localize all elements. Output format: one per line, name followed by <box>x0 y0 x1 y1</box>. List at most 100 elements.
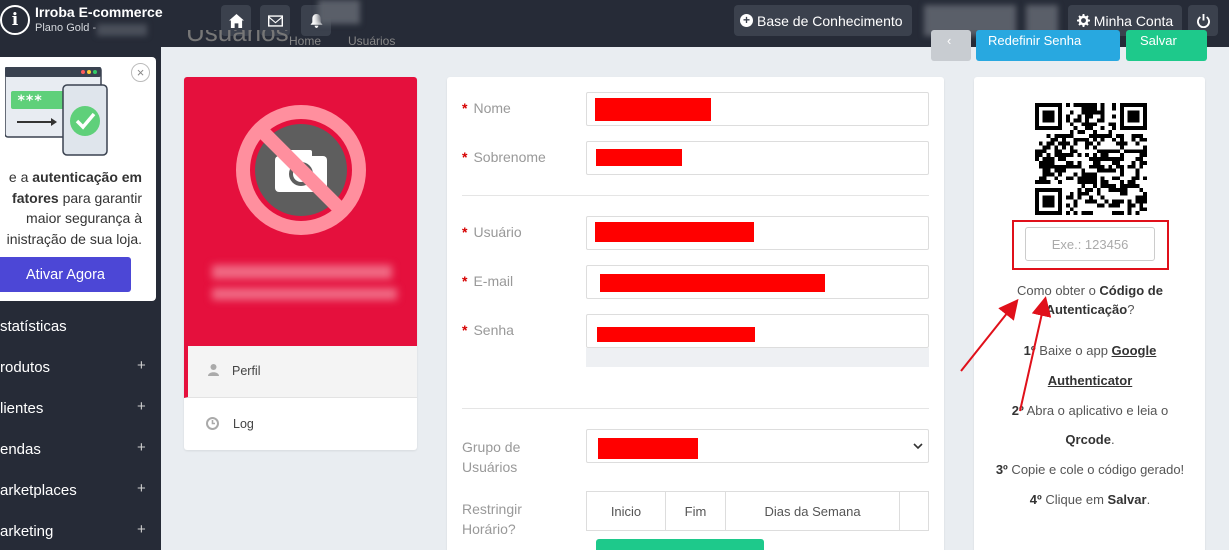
irroba-logo-icon[interactable]: i <box>0 5 30 35</box>
no-photo-icon <box>236 105 366 235</box>
how-text-pre: Como obter o <box>1017 283 1100 298</box>
sidebar-item-label: arketplaces <box>0 482 77 499</box>
password-strength-bar <box>586 348 929 367</box>
sidebar-item-0[interactable]: statísticas <box>0 308 161 348</box>
sidebar-item-2[interactable]: lientes + <box>0 390 161 430</box>
reset-password-label: Redefinir Senha <box>988 33 1082 48</box>
promo-text-bold2: fatores <box>12 189 59 206</box>
step-3: 3º Copie e cole o código gerado! <box>975 462 1205 477</box>
sidebar-item-label: arketing <box>0 523 54 540</box>
senha-label-text: Senha <box>473 322 514 338</box>
expand-plus-icon: + <box>137 480 146 497</box>
profile-name-redacted <box>212 265 392 279</box>
my-account-label: Minha Conta <box>1093 12 1174 29</box>
form-divider <box>462 195 929 196</box>
envelope-icon <box>267 14 283 27</box>
how-text-bold1: Código de <box>1099 283 1163 298</box>
step-4-bold: Salvar <box>1107 492 1147 507</box>
profile-nav-log[interactable]: Log <box>184 398 417 450</box>
email-label-text: E-mail <box>473 273 514 289</box>
grupo-label: Grupo de Usuários <box>462 437 520 477</box>
notification-redacted <box>318 0 360 24</box>
step-1-number: 1º <box>1023 343 1036 358</box>
email-label: * E-mail <box>462 273 514 289</box>
sidebar-item-3[interactable]: endas + <box>0 431 161 471</box>
step-4: 4º Clique em Salvar. <box>975 492 1205 507</box>
sidebar-item-label: lientes <box>0 400 44 417</box>
breadcrumb-home[interactable]: Home <box>289 34 321 48</box>
promo-text-line4: inistração de sua loja. <box>6 230 142 247</box>
grupo-label-line1: Grupo de <box>462 439 521 455</box>
step-2-line2: Qrcode. <box>975 432 1205 447</box>
schedule-col-dias: Dias da Semana <box>726 492 900 530</box>
power-icon <box>1196 13 1210 28</box>
usuario-value-redacted <box>595 222 754 242</box>
google-authenticator-link[interactable]: Google <box>1112 343 1157 358</box>
plan-name-redacted <box>97 24 147 36</box>
annotation-highlight-box <box>1012 220 1169 270</box>
step-3-number: 3º <box>995 462 1008 477</box>
nome-label: * Nome <box>462 100 511 116</box>
schedule-col-action <box>900 492 928 530</box>
restringir-label: Restringir Horário? <box>462 499 522 539</box>
expand-plus-icon: + <box>137 398 146 415</box>
back-button[interactable]: ‹ <box>931 30 971 61</box>
sidebar-item-label: statísticas <box>0 318 67 335</box>
profile-nav-perfil-label: Perfil <box>232 364 261 378</box>
expand-plus-icon: + <box>137 357 146 374</box>
step-4-text: Clique em <box>1041 492 1108 507</box>
reset-password-button[interactable]: Redefinir Senha <box>976 30 1120 61</box>
sidebar-item-4[interactable]: arketplaces + <box>0 472 161 512</box>
sobrenome-value-redacted <box>596 149 682 166</box>
nome-label-text: Nome <box>473 100 511 116</box>
profile-header <box>184 77 417 346</box>
user-icon <box>208 364 219 376</box>
email-value-redacted <box>600 274 825 292</box>
step-4-post: . <box>1146 492 1151 507</box>
plus-circle-icon: + <box>740 14 753 27</box>
sidebar-item-5[interactable]: arketing + <box>0 513 161 550</box>
usuario-label-text: Usuário <box>473 224 522 240</box>
step-2-text: Abra o aplicativo e leia o <box>1023 403 1169 418</box>
sidebar-item-label: endas <box>0 441 41 458</box>
breadcrumb-current: Usuários <box>348 34 396 48</box>
step-1: 1º Baixe o app Google <box>975 343 1205 358</box>
schedule-col-fim: Fim <box>666 492 726 530</box>
step-1-line2: Authenticator <box>975 373 1205 388</box>
chevron-down-icon <box>913 443 923 450</box>
sidebar-item-1[interactable]: rodutos + <box>0 349 161 389</box>
brand-name: Irroba E-commerce <box>35 4 163 20</box>
restringir-label-line1: Restringir <box>462 501 522 517</box>
activate-now-button[interactable]: Ativar Agora <box>0 257 131 292</box>
knowledge-base-label: Base de Conhecimento <box>757 12 903 29</box>
page-title-area: Usuários Home Usuários <box>186 30 446 48</box>
step-1-text: Baixe o app <box>1035 343 1112 358</box>
step-2: 2º Abra o aplicativo e leia o <box>975 403 1205 418</box>
svg-text:***: *** <box>17 93 42 109</box>
profile-nav-log-label: Log <box>233 417 254 431</box>
nome-value-redacted <box>595 98 711 121</box>
promo-text-line2: para garantir <box>58 189 142 206</box>
home-icon <box>228 13 244 28</box>
expand-plus-icon: + <box>137 521 146 538</box>
usuario-label: * Usuário <box>462 224 522 240</box>
profile-nav-perfil[interactable]: Perfil <box>184 346 417 398</box>
schedule-table-header: Inicio Fim Dias da Semana <box>586 491 929 531</box>
step-2-number: 2º <box>1011 403 1024 418</box>
restringir-label-line2: Horário? <box>462 521 516 537</box>
profile-email-redacted <box>212 288 397 300</box>
sidebar-item-label: rodutos <box>0 359 51 376</box>
step-3-text: Copie e cole o código gerado! <box>1007 462 1185 477</box>
step-4-number: 4º <box>1029 492 1042 507</box>
gear-icon <box>1076 14 1090 27</box>
expand-plus-icon: + <box>137 439 146 456</box>
authenticator-link[interactable]: Authenticator <box>1048 373 1133 388</box>
promo-close-icon[interactable]: × <box>131 63 150 82</box>
grupo-label-line2: Usuários <box>462 459 518 475</box>
save-button[interactable]: Salvar <box>1126 30 1207 61</box>
promo-description: e a autenticação em fatores para garanti… <box>0 167 142 249</box>
promo-text-line3: maior segurança à <box>26 210 142 226</box>
knowledge-base-button[interactable]: + Base de Conhecimento <box>734 5 912 36</box>
sobrenome-label: * Sobrenome <box>462 149 546 165</box>
add-schedule-button[interactable] <box>596 539 764 550</box>
